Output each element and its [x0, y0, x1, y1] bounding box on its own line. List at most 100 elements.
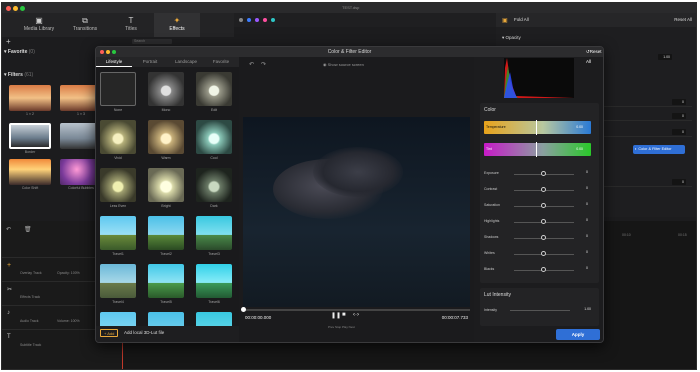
adjust-row-highlights[interactable]: Highlights 0 — [484, 217, 596, 227]
tab-lifestyle[interactable]: Lifestyle — [96, 57, 132, 67]
filter-tile[interactable] — [100, 120, 136, 154]
add-icon[interactable]: + — [6, 37, 11, 46]
slider-knob[interactable] — [541, 187, 546, 192]
prev-next-icon[interactable]: ‹·› — [353, 312, 359, 318]
adjust-row-blacks[interactable]: Blacks 0 — [484, 265, 596, 275]
intensity-track[interactable] — [510, 310, 570, 311]
scrub-bar[interactable] — [241, 307, 470, 312]
filters-label: Filters — [7, 72, 23, 78]
properties-header: ▣ Fold All Reset All — [496, 13, 696, 27]
tab-favorite[interactable]: Favorite — [203, 57, 239, 67]
intensity-value[interactable]: 1.00 — [584, 307, 591, 311]
lut-section-title: Lut Intensity — [484, 292, 511, 298]
track-label: Subtitle Track — [20, 343, 42, 347]
slider-knob[interactable] — [541, 219, 546, 224]
close-window-button[interactable] — [6, 6, 11, 11]
color-filter-editor-dialog: Color & Filter Editor Lifestyle Portrait… — [95, 46, 604, 343]
search-input[interactable]: Search — [132, 39, 172, 44]
filter-tile[interactable] — [196, 120, 232, 154]
dialog-close-button[interactable] — [100, 50, 104, 54]
filter-tile[interactable] — [148, 168, 184, 202]
pause-icon[interactable]: ❚❚ — [331, 312, 341, 319]
panel-toggle-icon[interactable]: ▣ — [502, 17, 508, 24]
color-dot-purple[interactable] — [255, 18, 259, 22]
tab-effects[interactable]: ✦ Effects — [154, 13, 200, 37]
favorite-section[interactable]: ▾ Favorite (0) — [4, 49, 94, 57]
filter-tile[interactable] — [100, 216, 136, 250]
filter-label: Travel5 — [160, 300, 172, 304]
filter-tile[interactable] — [148, 264, 184, 298]
color-filter-editor-button[interactable]: ◐ Color & Filter Editor — [633, 145, 685, 154]
slider-knob[interactable] — [541, 235, 546, 240]
slider-knob[interactable] — [541, 203, 546, 208]
filter-label: Travel2 — [160, 252, 172, 256]
filter-thumb-selected[interactable] — [9, 123, 51, 149]
adjust-row-contrast[interactable]: Contrast 0 — [484, 185, 596, 195]
filter-label: Travel6 — [208, 300, 220, 304]
stop-icon[interactable]: ■ — [342, 312, 346, 318]
tab-portrait[interactable]: Portrait — [132, 57, 168, 67]
temperature-handle[interactable] — [536, 120, 537, 135]
adjust-row-saturation[interactable]: Saturation 0 — [484, 201, 596, 211]
color-dot-pink[interactable] — [263, 18, 267, 22]
tint-handle[interactable] — [536, 142, 537, 157]
minimize-window-button[interactable] — [13, 6, 18, 11]
color-section-title: Color — [484, 107, 496, 113]
filter-thumb[interactable] — [9, 159, 51, 185]
transitions-icon: ⧉ — [82, 16, 88, 25]
dialog-minimize-button[interactable] — [106, 50, 110, 54]
tint-slider[interactable]: Tint 0.00 — [484, 142, 591, 157]
filter-tile[interactable] — [196, 168, 232, 202]
track-label: Audio Track — [20, 319, 39, 323]
color-dot-blue[interactable] — [247, 18, 251, 22]
filter-tile[interactable] — [148, 216, 184, 250]
color-dot-gray[interactable] — [239, 18, 243, 22]
slider-knob[interactable] — [541, 171, 546, 176]
tab-media-library[interactable]: ▣ Media Library — [16, 13, 62, 37]
tab-titles[interactable]: T Titles — [108, 13, 154, 37]
playback-hint: Prev Stop Play Next — [328, 325, 355, 329]
temperature-slider[interactable]: Temperature 0.00 — [484, 120, 591, 135]
reset-all-top-button[interactable]: Reset All — [674, 17, 692, 22]
filter-tile-selected[interactable] — [100, 72, 136, 106]
filter-tile[interactable] — [196, 264, 232, 298]
add-lut-button[interactable]: + Add — [100, 329, 119, 337]
filter-tile[interactable] — [100, 264, 136, 298]
apply-button[interactable]: Apply — [556, 329, 600, 340]
add-track-icon[interactable]: + — [7, 262, 11, 269]
filter-tile[interactable] — [196, 72, 232, 106]
filters-section[interactable]: ▾ Filters (61) — [4, 72, 94, 80]
adjust-row-exposure[interactable]: Exposure 0 — [484, 169, 596, 179]
scrub-handle[interactable] — [241, 307, 246, 312]
adjust-row-shadows[interactable]: Shadows 0 — [484, 233, 596, 243]
delete-icon[interactable]: 🗑 — [24, 226, 32, 233]
slider-knob[interactable] — [541, 267, 546, 272]
cloud — [313, 147, 403, 197]
filter-category-tabs: Lifestyle Portrait Landscape Favorite — [96, 57, 239, 67]
filter-label: Warm — [161, 156, 171, 160]
reset-all-button[interactable]: ↺Reset All — [586, 47, 603, 64]
fold-all-button[interactable]: Fold All — [514, 17, 529, 22]
filter-thumb[interactable] — [9, 85, 51, 111]
show-source-toggle[interactable]: ◉ Show source screen — [323, 62, 364, 67]
filter-tile[interactable] — [196, 216, 232, 250]
adjustments-panel: ↺Reset All Color Temperature 0.00 Tint 0… — [474, 49, 603, 342]
undo-icon[interactable]: ↶ — [249, 61, 254, 68]
redo-icon[interactable]: ↷ — [261, 61, 266, 68]
filter-grid: None Mono Edit Vivid Warm Cool Less Even… — [96, 67, 239, 334]
zoom-window-button[interactable] — [20, 6, 25, 11]
filter-tile[interactable] — [148, 120, 184, 154]
undo-icon[interactable]: ↶ — [6, 226, 11, 233]
filter-tile[interactable] — [148, 72, 184, 106]
tab-transitions[interactable]: ⧉ Transitions — [62, 13, 108, 37]
slider-knob[interactable] — [541, 251, 546, 256]
filter-tile[interactable] — [100, 168, 136, 202]
time-mark: 00:10 — [622, 233, 631, 237]
adjust-row-whites[interactable]: Whites 0 — [484, 249, 596, 259]
tab-landscape[interactable]: Landscape — [168, 57, 204, 67]
dialog-zoom-button[interactable] — [112, 50, 116, 54]
add-lut-text: Add local 3D-Lut file — [124, 330, 165, 335]
opacity-value[interactable]: 1.00 — [658, 54, 672, 60]
color-dot-teal[interactable] — [271, 18, 275, 22]
tab-effects-label: Effects — [169, 26, 185, 32]
